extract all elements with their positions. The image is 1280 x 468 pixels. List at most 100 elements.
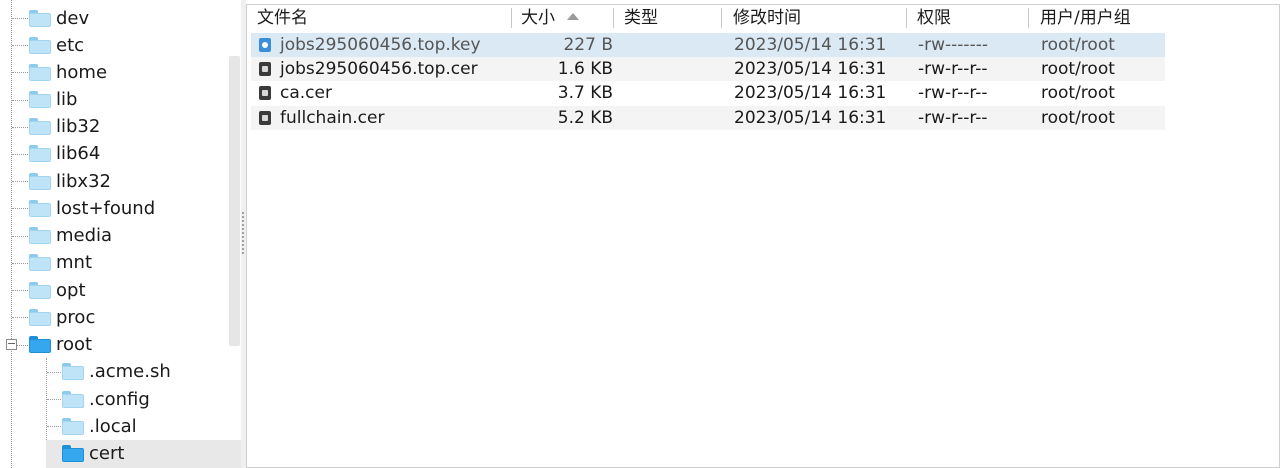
tree-connector bbox=[12, 45, 28, 46]
column-divider[interactable] bbox=[1028, 8, 1029, 28]
certificate-file-icon bbox=[259, 86, 271, 100]
file-permissions: -rw-r--r-- bbox=[918, 59, 988, 79]
tree-item-root[interactable]: root bbox=[29, 331, 92, 358]
tree-item-label: lib64 bbox=[56, 143, 101, 164]
file-owner: root/root bbox=[1041, 35, 1115, 55]
folder-icon bbox=[29, 37, 51, 54]
tree-scrollbar[interactable] bbox=[229, 56, 240, 346]
tree-item-libx32[interactable]: libx32 bbox=[29, 168, 111, 195]
folder-icon bbox=[29, 10, 51, 27]
collapse-toggle-icon[interactable]: − bbox=[6, 338, 17, 350]
column-header-label: 文件名 bbox=[257, 8, 308, 28]
tree-connector bbox=[12, 100, 28, 101]
tree-connector bbox=[12, 154, 28, 155]
tree-item-opt[interactable]: opt bbox=[29, 277, 86, 304]
file-list[interactable]: 文件名 大小 类型 修改时间 权限 用户/用户组 jobs295060456.t… bbox=[246, 4, 1280, 468]
folder-icon bbox=[29, 64, 51, 81]
tree-item-label: mnt bbox=[56, 252, 92, 273]
file-row[interactable]: jobs295060456.top.key 227 B 2023/05/14 1… bbox=[251, 33, 1165, 57]
folder-link-icon bbox=[29, 91, 51, 108]
folder-tree[interactable]: − dev etc home lib lib32 lib64 libx32 lo… bbox=[0, 0, 242, 468]
tree-connector bbox=[12, 208, 28, 209]
tree-item-lib32[interactable]: lib32 bbox=[29, 113, 100, 140]
file-row[interactable]: fullchain.cer 5.2 KB 2023/05/14 16:31 -r… bbox=[251, 106, 1165, 130]
column-header-label: 大小 bbox=[521, 8, 555, 28]
tree-item-label: etc bbox=[56, 35, 85, 56]
tree-connector bbox=[47, 372, 61, 373]
tree-item-label: .local bbox=[89, 416, 137, 437]
column-header-permissions[interactable]: 权限 bbox=[917, 5, 951, 31]
tree-item-media[interactable]: media bbox=[29, 222, 112, 249]
tree-item-label: media bbox=[56, 225, 113, 246]
column-header-owner[interactable]: 用户/用户组 bbox=[1040, 5, 1131, 31]
tree-item-dev[interactable]: dev bbox=[29, 5, 89, 32]
tree-item-lib64[interactable]: lib64 bbox=[29, 140, 100, 167]
file-row[interactable]: ca.cer 3.7 KB 2023/05/14 16:31 -rw-r--r-… bbox=[251, 81, 1165, 105]
tree-connector bbox=[12, 290, 28, 291]
file-permissions: -rw-r--r-- bbox=[918, 108, 988, 128]
folder-icon bbox=[29, 227, 51, 244]
folder-link-icon bbox=[29, 118, 51, 135]
tree-item-label: lost+found bbox=[56, 198, 156, 219]
column-header-label: 类型 bbox=[624, 8, 658, 28]
column-header-row: 文件名 大小 类型 修改时间 权限 用户/用户组 bbox=[247, 5, 1167, 31]
tree-item-lib[interactable]: lib bbox=[29, 86, 77, 113]
file-size: 1.6 KB bbox=[557, 59, 613, 79]
column-divider[interactable] bbox=[511, 8, 512, 28]
file-size: 227 B bbox=[563, 35, 613, 55]
column-header-modified[interactable]: 修改时间 bbox=[733, 5, 801, 31]
tree-item-acme-sh[interactable]: .acme.sh bbox=[62, 358, 171, 385]
file-row[interactable]: jobs295060456.top.cer 1.6 KB 2023/05/14 … bbox=[251, 57, 1165, 81]
tree-item-cert[interactable]: cert bbox=[45, 440, 241, 468]
file-size: 5.2 KB bbox=[557, 108, 613, 128]
tree-item-label: .acme.sh bbox=[89, 361, 171, 382]
tree-connector bbox=[11, 351, 12, 468]
column-divider[interactable] bbox=[613, 8, 614, 28]
tree-item-home[interactable]: home bbox=[29, 59, 107, 86]
file-owner: root/root bbox=[1041, 108, 1115, 128]
file-owner: root/root bbox=[1041, 59, 1115, 79]
tree-item-label: home bbox=[56, 62, 108, 83]
tree-item-proc[interactable]: proc bbox=[29, 304, 95, 331]
file-modified: 2023/05/14 16:31 bbox=[734, 83, 887, 103]
file-name: ca.cer bbox=[280, 83, 332, 103]
column-divider[interactable] bbox=[906, 8, 907, 28]
file-owner: root/root bbox=[1041, 83, 1115, 103]
file-modified: 2023/05/14 16:31 bbox=[734, 35, 887, 55]
file-name: jobs295060456.top.key bbox=[280, 35, 481, 55]
folder-icon bbox=[29, 254, 51, 271]
folder-open-icon bbox=[62, 445, 84, 462]
column-header-label: 权限 bbox=[917, 8, 951, 28]
tree-item-label: proc bbox=[56, 307, 96, 328]
column-header-size[interactable]: 大小 bbox=[521, 5, 579, 31]
tree-connector bbox=[12, 236, 28, 237]
tree-item-lost-found[interactable]: lost+found bbox=[29, 195, 155, 222]
tree-connector bbox=[12, 317, 28, 318]
file-modified: 2023/05/14 16:31 bbox=[734, 108, 887, 128]
tree-item-local[interactable]: .local bbox=[62, 413, 137, 440]
tree-item-mnt[interactable]: mnt bbox=[29, 249, 92, 276]
tree-item-label: .config bbox=[89, 389, 150, 410]
key-file-icon bbox=[259, 38, 271, 52]
tree-item-config[interactable]: .config bbox=[62, 386, 150, 413]
tree-item-label: libx32 bbox=[56, 171, 111, 192]
folder-icon bbox=[62, 418, 84, 435]
folder-icon bbox=[29, 309, 51, 326]
column-header-name[interactable]: 文件名 bbox=[257, 5, 308, 31]
column-header-type[interactable]: 类型 bbox=[624, 5, 658, 31]
tree-item-etc[interactable]: etc bbox=[29, 32, 84, 59]
tree-connector bbox=[12, 18, 28, 19]
folder-link-icon bbox=[29, 145, 51, 162]
file-name: fullchain.cer bbox=[280, 108, 385, 128]
certificate-file-icon bbox=[259, 62, 271, 76]
tree-item-label: lib32 bbox=[56, 116, 101, 137]
tree-connector bbox=[12, 181, 28, 182]
column-header-label: 修改时间 bbox=[733, 8, 801, 28]
folder-icon bbox=[29, 282, 51, 299]
column-divider[interactable] bbox=[721, 8, 722, 28]
tree-connector bbox=[11, 0, 12, 339]
tree-connector bbox=[12, 72, 28, 73]
folder-open-icon bbox=[29, 336, 51, 353]
tree-connector bbox=[47, 426, 61, 427]
file-size: 3.7 KB bbox=[557, 83, 613, 103]
